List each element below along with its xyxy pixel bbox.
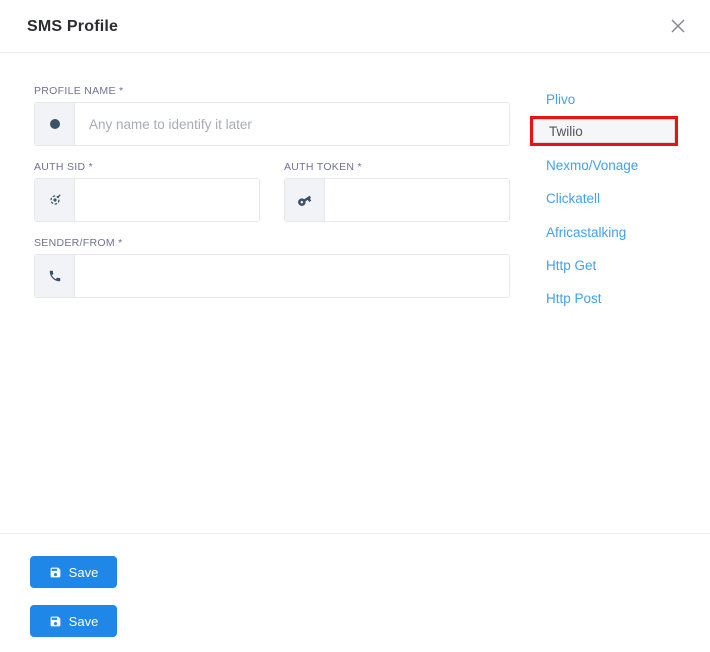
close-icon: [670, 18, 686, 34]
save-button-label: Save: [69, 565, 99, 580]
floppy-disk-icon: [49, 566, 62, 579]
save-button-secondary[interactable]: Save: [30, 605, 117, 637]
modal-header: SMS Profile: [0, 0, 710, 53]
auth-sid-input[interactable]: [75, 179, 259, 221]
circle-dot-icon: [35, 103, 75, 145]
auth-sid-label: AUTH SID *: [34, 161, 93, 173]
save-button[interactable]: Save: [30, 556, 117, 588]
auth-token-label: AUTH TOKEN *: [284, 161, 362, 173]
provider-link-clickatell[interactable]: Clickatell: [546, 191, 600, 206]
auth-token-input[interactable]: [325, 179, 509, 221]
profile-name-label: PROFILE NAME *: [34, 85, 123, 97]
auth-token-group: [284, 178, 510, 222]
provider-link-nexmo-vonage[interactable]: Nexmo/Vonage: [546, 158, 638, 173]
modal-title: SMS Profile: [27, 18, 118, 36]
provider-link-twilio[interactable]: Twilio: [533, 119, 675, 143]
key-icon: [285, 179, 325, 221]
auth-sid-group: [34, 178, 260, 222]
sender-from-group: [34, 254, 510, 298]
profile-name-group: [34, 102, 510, 146]
provider-link-http-post[interactable]: Http Post: [546, 291, 602, 306]
profile-name-input[interactable]: [75, 103, 509, 145]
sender-from-input[interactable]: [75, 255, 509, 297]
provider-link-http-get[interactable]: Http Get: [546, 258, 596, 273]
provider-link-africastalking[interactable]: Africastalking: [546, 225, 626, 240]
floppy-disk-icon: [49, 615, 62, 628]
provider-link-plivo[interactable]: Plivo: [546, 92, 575, 107]
footer-divider: [0, 533, 710, 534]
sid-crosshair-icon: [35, 179, 75, 221]
highlight-box-twilio: Twilio: [530, 116, 678, 146]
close-button[interactable]: [668, 16, 688, 36]
phone-icon: [35, 255, 75, 297]
sender-from-label: SENDER/FROM *: [34, 237, 123, 249]
save-button-label: Save: [69, 614, 99, 629]
